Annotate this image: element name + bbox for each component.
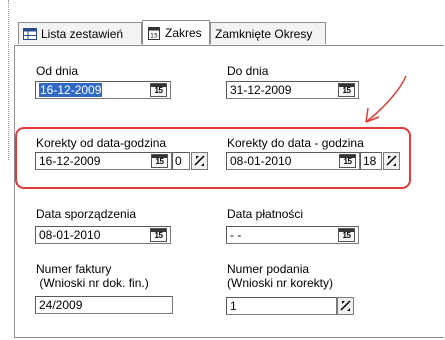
- od-dnia-label: Od dnia: [36, 64, 79, 78]
- numer-faktury-label: Numer faktury: [36, 262, 112, 276]
- calendar-page-icon: 15: [147, 26, 161, 40]
- korekty-od-date-field[interactable]: 16-12-2009 15: [35, 152, 172, 170]
- spinner-icon[interactable]: [191, 152, 208, 170]
- svg-text:15: 15: [150, 33, 158, 40]
- tab-label: Zamknięte Okresy: [215, 26, 313, 41]
- numer-faktury-field[interactable]: 24/2009: [35, 296, 173, 314]
- tab-lista-zestawien[interactable]: Lista zestawień: [18, 22, 142, 44]
- spinner-icon[interactable]: [337, 297, 354, 315]
- korekty-od-label: Korekty od data-godzina: [36, 136, 167, 150]
- calendar-icon[interactable]: 15: [151, 154, 168, 168]
- korekty-do-date-value: 08-01-2010: [230, 154, 292, 168]
- calendar-icon[interactable]: 15: [150, 228, 167, 242]
- grid-list-icon: [23, 27, 37, 41]
- od-dnia-value: 16-12-2009: [39, 83, 103, 97]
- do-dnia-value: 31-12-2009: [230, 83, 292, 97]
- calendar-icon[interactable]: 15: [150, 83, 167, 97]
- numer-podania-label: Numer podania: [227, 262, 310, 276]
- tab-label: Lista zestawień: [41, 26, 124, 41]
- data-platnosci-label: Data płatności: [227, 207, 304, 221]
- calendar-icon[interactable]: 15: [338, 83, 355, 97]
- data-platnosci-value: - -: [230, 228, 242, 242]
- numer-faktury-sublabel: (Wnioski nr dok. fin.): [36, 276, 149, 290]
- numer-podania-value: 1: [230, 299, 237, 313]
- tab-label: Zakres: [165, 26, 202, 40]
- calendar-icon[interactable]: 15: [338, 228, 355, 242]
- data-sporzadzenia-field[interactable]: 08-01-2010 15: [35, 226, 171, 244]
- data-sporzadzenia-label: Data sporządzenia: [36, 207, 137, 221]
- numer-podania-field[interactable]: 1: [226, 297, 337, 315]
- tab-zamkniete-okresy[interactable]: Zamknięte Okresy: [210, 22, 326, 44]
- korekty-do-hour-field[interactable]: 18: [360, 152, 382, 170]
- korekty-do-label: Korekty do data - godzina: [227, 136, 364, 150]
- korekty-do-date-field[interactable]: 08-01-2010 15: [226, 152, 360, 170]
- spinner-icon[interactable]: [383, 152, 400, 170]
- korekty-od-hour-field[interactable]: 0: [172, 152, 190, 170]
- od-dnia-field[interactable]: 16-12-2009 15: [35, 81, 171, 99]
- do-dnia-label: Do dnia: [227, 64, 269, 78]
- calendar-icon[interactable]: 15: [339, 154, 356, 168]
- data-platnosci-field[interactable]: - - 15: [226, 226, 359, 244]
- do-dnia-field[interactable]: 31-12-2009 15: [226, 81, 359, 99]
- korekty-do-hour-value: 18: [363, 154, 377, 168]
- tab-zakres[interactable]: 15 Zakres: [142, 20, 210, 45]
- data-sporzadzenia-value: 08-01-2010: [39, 228, 101, 242]
- dotted-guide: [0, 0, 9, 160]
- korekty-od-hour-value: 0: [175, 154, 182, 168]
- annotation-arrow: [365, 75, 407, 123]
- numer-faktury-value: 24/2009: [39, 298, 83, 312]
- numer-podania-sublabel: (Wnioski nr korekty): [227, 276, 334, 290]
- korekty-od-date-value: 16-12-2009: [39, 154, 101, 168]
